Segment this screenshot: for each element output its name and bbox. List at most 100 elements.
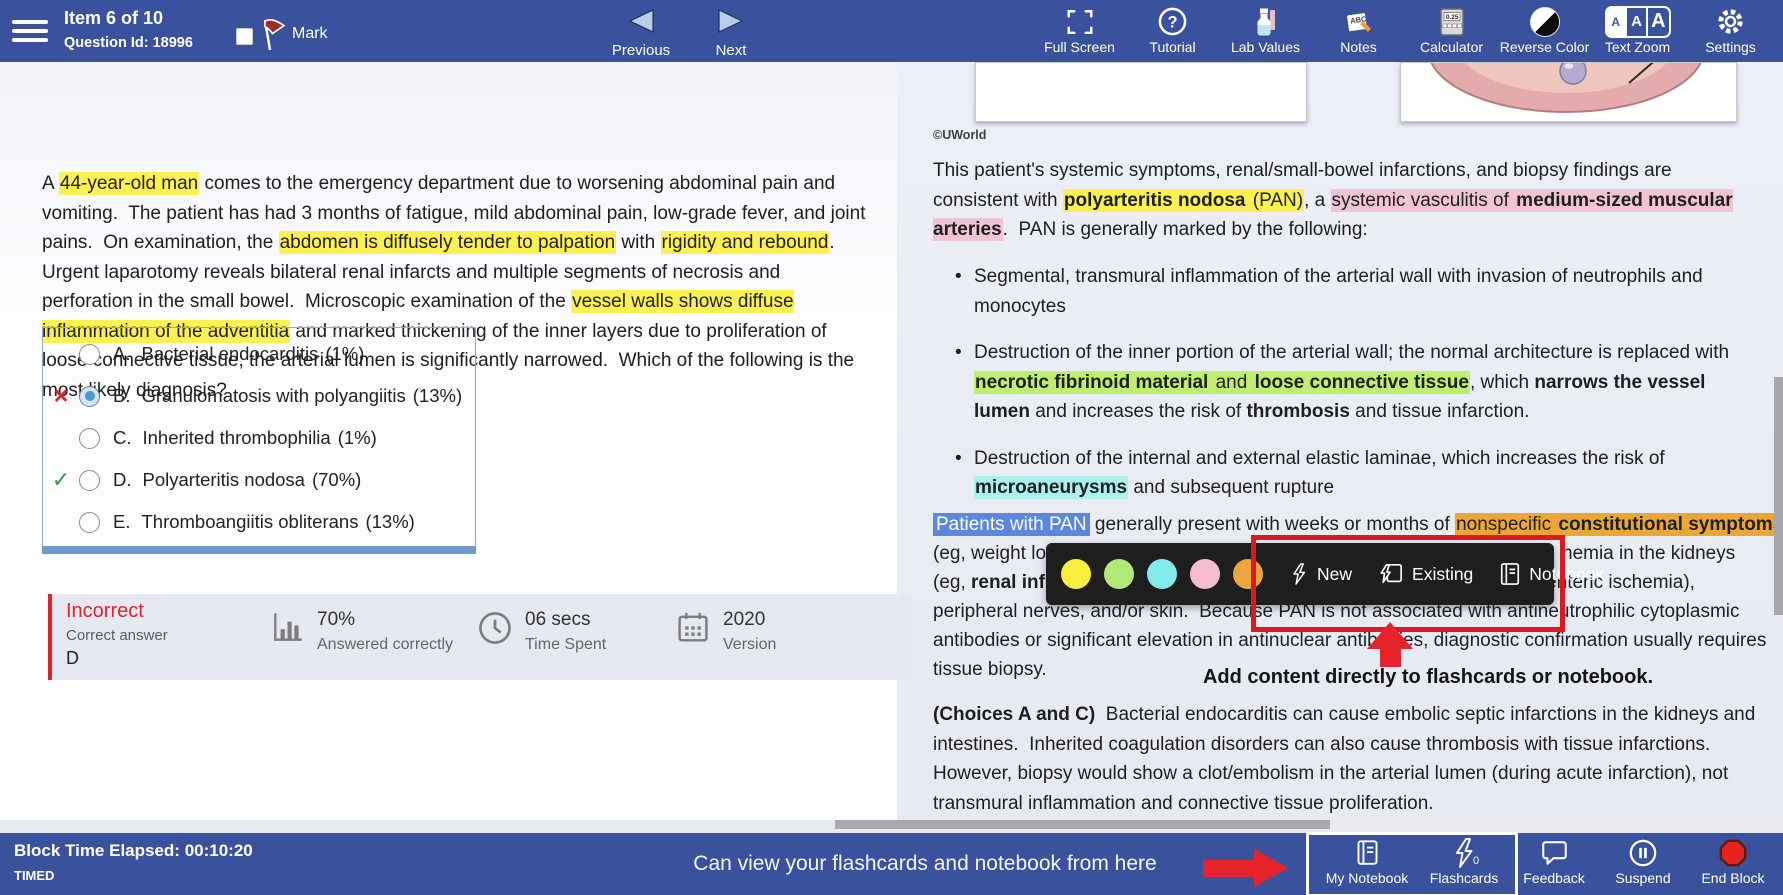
highlight-color-dot[interactable] (1104, 559, 1134, 589)
notebook-popup-button[interactable]: Notebook (1486, 562, 1617, 586)
text-segment: A (42, 173, 59, 194)
flashcard-existing-button[interactable]: Existing (1365, 562, 1486, 586)
highlight-color-dot[interactable] (1147, 559, 1177, 589)
choice-percent: (13%) (412, 385, 463, 406)
answer-box-accent-bar (42, 546, 476, 554)
calculator-button[interactable]: 0.25 Calculator (1405, 5, 1498, 55)
choice-radio[interactable] (79, 469, 100, 491)
highlighted-text: abdomen is diffusely tender to palpation (278, 231, 617, 254)
time-spent-stat: 06 secs Time Spent (476, 609, 606, 654)
previous-button[interactable]: Previous (606, 8, 676, 59)
explanation-bullet-list: Segmental, transmural inflammation of th… (948, 262, 1748, 503)
highlight-color-dot[interactable] (1233, 559, 1263, 589)
uworld-question-window: Item 6 of 10 Question Id: 18996 Mark Pre… (0, 0, 1783, 895)
fullscreen-icon (1033, 5, 1126, 38)
text-segment: generally present with weeks or months o… (1089, 514, 1456, 535)
choice-radio[interactable] (79, 343, 100, 365)
result-status: Incorrect (66, 600, 144, 622)
answer-choice[interactable]: ✓ D. Polyarteritis nodosa (70%) (43, 459, 475, 501)
bullet-item: Destruction of the internal and external… (948, 444, 1748, 503)
existing-label: Existing (1412, 563, 1474, 584)
text-zoom-icon: AAA (1591, 5, 1684, 38)
highlighted-text: nonspecific (1455, 513, 1558, 536)
my-notebook-button[interactable]: My Notebook (1315, 837, 1419, 886)
correct-answer-label: Correct answer (66, 627, 168, 644)
vertical-scrollbar-thumb[interactable] (1774, 377, 1783, 615)
choice-radio[interactable] (79, 511, 100, 533)
tutorial-button[interactable]: ? Tutorial (1126, 5, 1219, 55)
end-block-button[interactable]: End Block (1686, 837, 1780, 886)
pan-paragraph-line: Patients with PAN generally present with… (933, 510, 1783, 540)
horizontal-scrollbar-thumb[interactable] (835, 820, 1330, 829)
pan-paragraph-line: (eg, renal inf esenteric ischemia), (933, 568, 1695, 598)
next-arrow-icon (718, 9, 744, 33)
annotation-up-arrow-stem (1380, 648, 1401, 667)
text-segment: Segmental, transmural inflammation of th… (974, 266, 1703, 317)
answer-choice[interactable]: A. Bacterial endocarditis (1%) (43, 333, 475, 375)
pan-paragraph-line: (eg, weight lo hemia in the kidneys (933, 539, 1735, 569)
fullscreen-button[interactable]: Full Screen (1033, 5, 1126, 55)
choice-text: Bacterial endocarditis (141, 343, 319, 364)
highlighted-text: Patients with PAN (933, 513, 1090, 536)
answer-choice[interactable]: E. Thromboangiitis obliterans (13%) (43, 501, 475, 543)
item-counter: Item 6 of 10 (64, 8, 164, 28)
footer-annotation-text: Can view your flashcards and notebook fr… (693, 852, 1157, 875)
choice-radio[interactable] (79, 427, 100, 449)
flashcard-new-button[interactable]: New (1276, 562, 1365, 586)
notes-button[interactable]: ABC Notes (1312, 5, 1405, 55)
answer-choice[interactable]: × B. Granulomatosis with polyangiitis (1… (43, 375, 475, 417)
lab-values-button[interactable]: Lab Values (1219, 5, 1312, 55)
menu-icon[interactable] (12, 15, 50, 47)
text-zoom-button[interactable]: AAA Text Zoom (1591, 5, 1684, 55)
feedback-button[interactable]: Feedback (1506, 837, 1602, 886)
calculator-icon: 0.25 (1405, 5, 1498, 38)
highlighted-text: necrotic fibrinoid material (974, 370, 1210, 394)
highlighted-text: systemic vasculitis of (1330, 188, 1516, 212)
line-fragment: (eg, renal inf (933, 572, 1045, 593)
explanation-image-right (1400, 62, 1737, 122)
text-segment: with (616, 232, 661, 253)
suspend-button[interactable]: Suspend (1597, 837, 1689, 886)
bolt-card-icon (1380, 563, 1403, 584)
block-time-elapsed: Block Time Elapsed: 00:10:20 (14, 841, 253, 860)
highlighted-text: rigidity and rebound (660, 231, 830, 254)
mark-control[interactable]: Mark (236, 16, 328, 52)
flashcards-button[interactable]: 0 Flashcards (1418, 837, 1510, 886)
text-segment: antibodies or significant elevation in a… (933, 630, 1767, 651)
settings-button[interactable]: Settings (1684, 5, 1777, 55)
highlight-color-dot[interactable] (1190, 559, 1220, 589)
next-label: Next (715, 42, 747, 59)
highlight-color-dot[interactable] (1061, 559, 1091, 589)
reverse-color-button[interactable]: Reverse Color (1498, 5, 1591, 55)
mark-label[interactable]: Mark (292, 25, 328, 43)
choice-percent: (1%) (337, 427, 377, 448)
choice-percent: (70%) (311, 469, 362, 490)
annotation-right-arrow-stem (1203, 860, 1255, 877)
explanation-intro: This patient's systemic symptoms, renal/… (933, 156, 1761, 245)
text-segment: (eg, (933, 572, 972, 593)
text-segment: and increases the risk of (1029, 401, 1247, 422)
popup-annotation-text: Add content directly to flashcards or no… (1202, 666, 1654, 688)
text-segment: thrombosis (1246, 401, 1350, 422)
choice-text: Inherited thrombophilia (142, 427, 331, 448)
pause-icon (1597, 837, 1689, 868)
settings-gear-icon (1684, 5, 1777, 38)
result-summary-card: Incorrect Correct answer D 70% Answered … (48, 594, 912, 680)
stop-octagon-icon (1686, 837, 1780, 868)
pan-paragraph-line: tissue biopsy. (933, 655, 1047, 685)
choice-letter: D. (113, 469, 132, 490)
pan-paragraph-line: antibodies or significant elevation in a… (933, 626, 1766, 656)
feedback-bubble-icon (1506, 837, 1602, 868)
new-label: New (1317, 563, 1353, 584)
bolt-icon (1293, 563, 1306, 585)
choice-text: Granulomatosis with polyangiitis (141, 385, 406, 406)
bullet-item: Destruction of the inner portion of the … (948, 338, 1748, 427)
choice-radio[interactable] (79, 385, 100, 407)
choice-letter: A. (113, 343, 131, 364)
next-button[interactable]: Next (696, 8, 766, 59)
mark-checkbox[interactable] (236, 27, 253, 45)
correct-answer-value: D (66, 648, 79, 668)
choice-percent: (13%) (365, 511, 415, 532)
notebook-icon (1501, 563, 1520, 585)
answer-choice[interactable]: C. Inherited thrombophilia (1%) (43, 417, 475, 459)
